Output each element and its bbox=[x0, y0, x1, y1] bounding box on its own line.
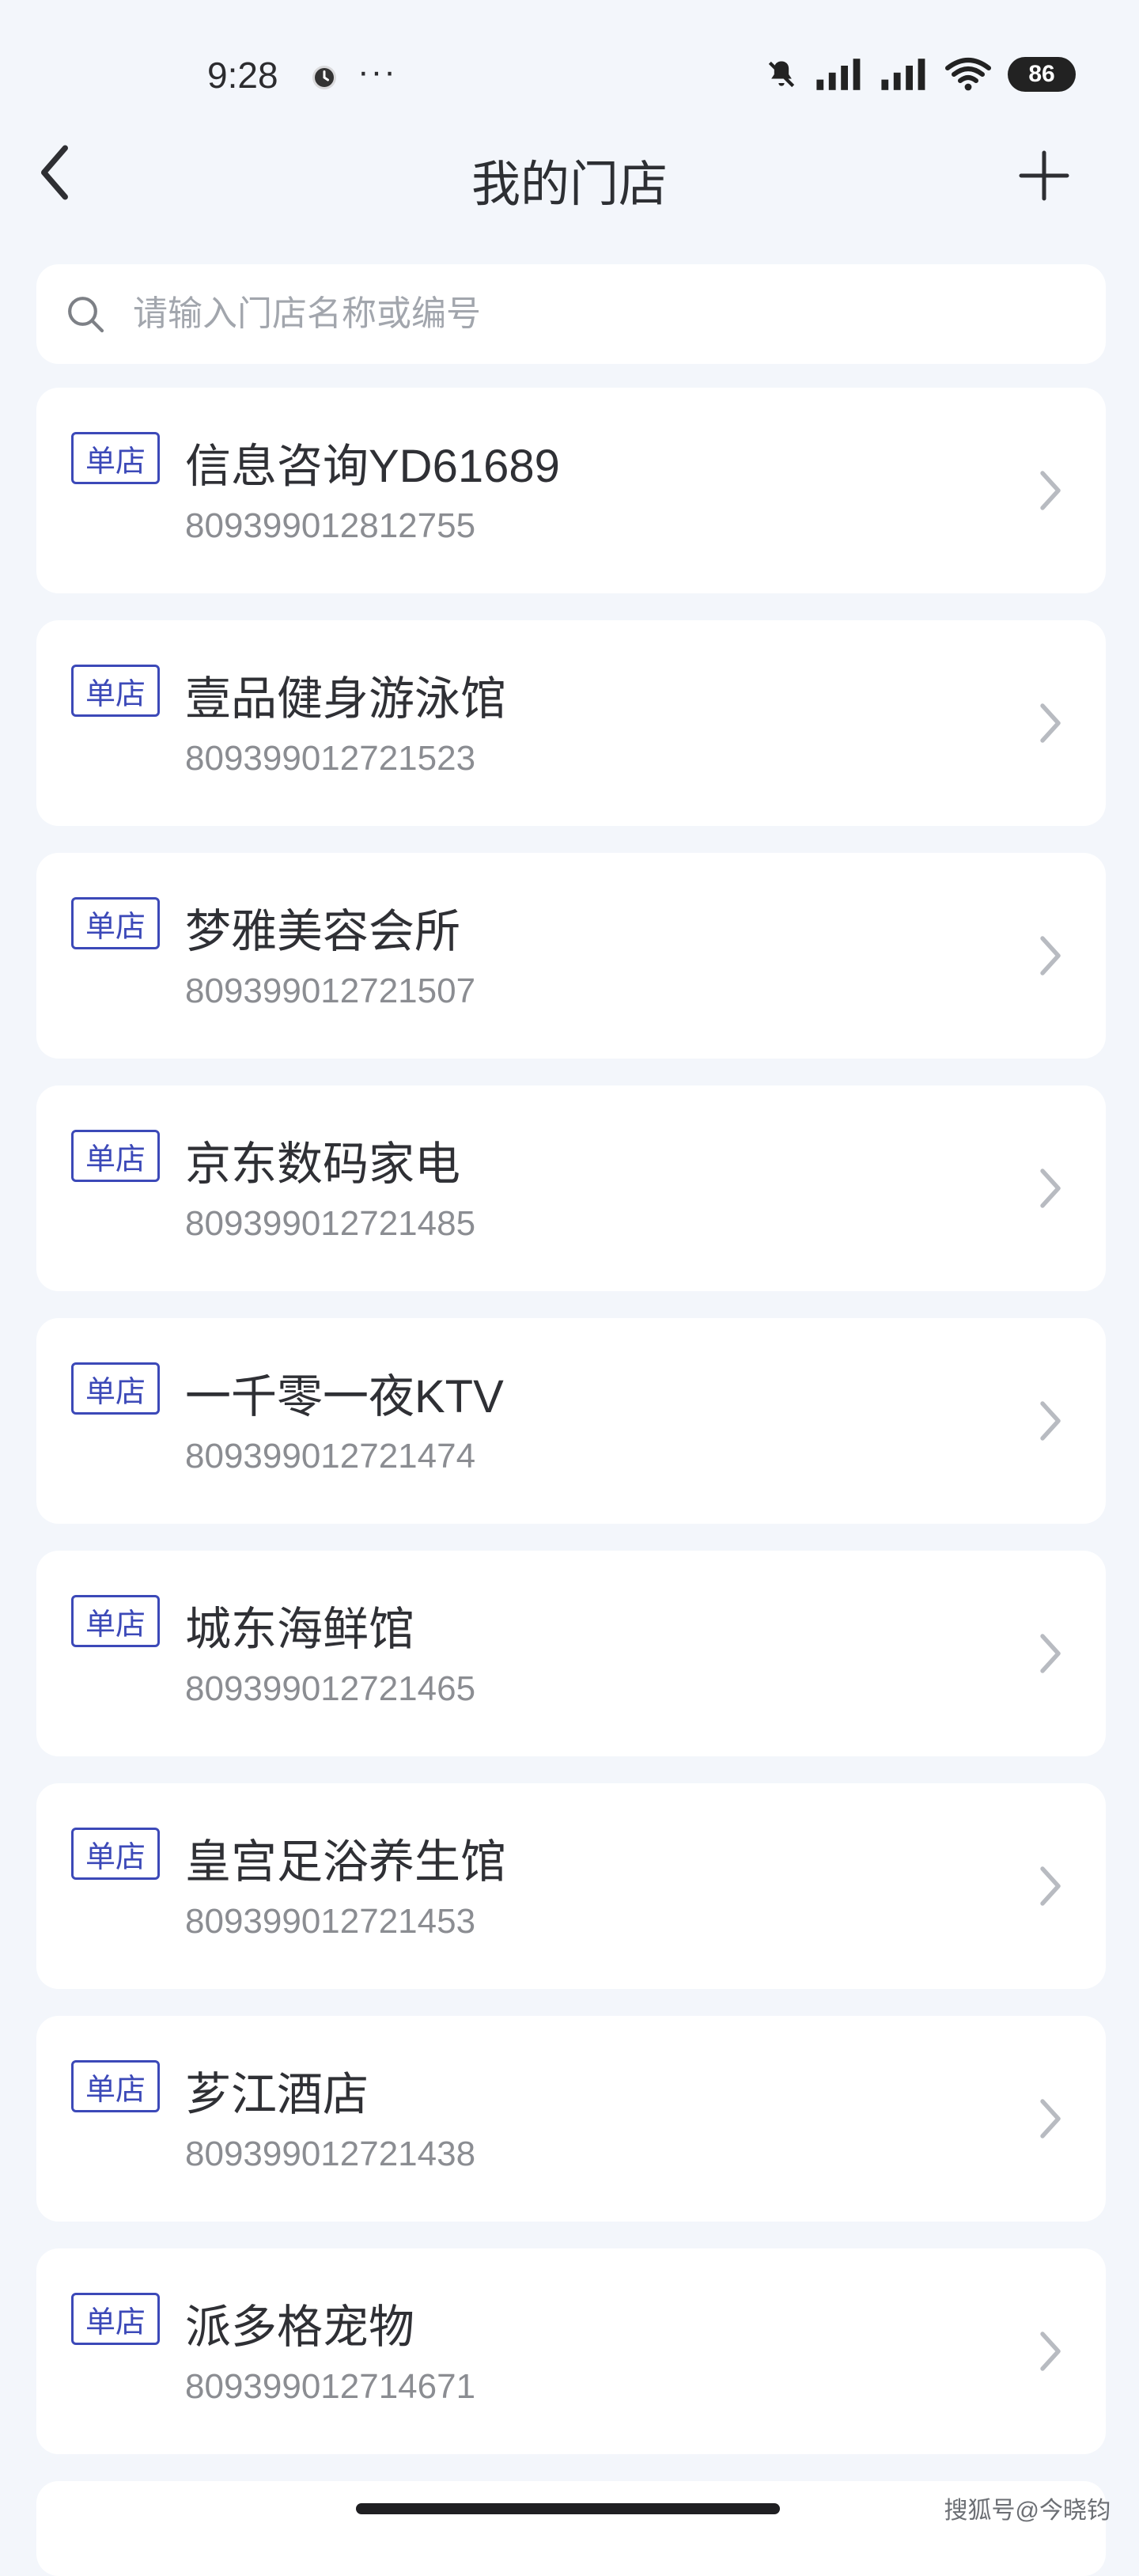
store-type-tag: 单店 bbox=[71, 432, 160, 484]
clock-icon bbox=[312, 66, 336, 89]
store-card[interactable]: 单店 梦雅美容会所 809399012721507 bbox=[36, 853, 1106, 1059]
chevron-right-icon bbox=[1040, 1169, 1061, 1208]
wifi-icon bbox=[945, 58, 991, 91]
chevron-right-icon bbox=[1040, 1866, 1061, 1906]
status-time: 9:28 bbox=[207, 55, 278, 96]
store-name: 芗江酒店 bbox=[185, 2069, 369, 2120]
store-name: 壹品健身游泳馆 bbox=[185, 673, 507, 725]
signal-icon bbox=[816, 59, 861, 90]
chevron-right-icon bbox=[1040, 936, 1061, 975]
chevron-right-icon bbox=[1040, 1634, 1061, 1673]
store-name: 一千零一夜KTV bbox=[185, 1371, 504, 1422]
navigation-bar: 我的门店 bbox=[0, 133, 1139, 220]
store-name: 京东数码家电 bbox=[185, 1138, 461, 1190]
store-type-tag: 单店 bbox=[71, 897, 160, 949]
store-list: 单店 信息咨询YD61689 809399012812755 单店 壹品健身游泳… bbox=[36, 388, 1106, 2576]
store-type-tag: 单店 bbox=[71, 2060, 160, 2112]
chevron-right-icon bbox=[1040, 471, 1061, 510]
store-name: 梦雅美容会所 bbox=[185, 906, 461, 957]
status-right: 86 bbox=[764, 57, 1076, 92]
watermark-text: 搜狐号@今晓钧 bbox=[944, 2498, 1111, 2524]
store-type-tag: 单店 bbox=[71, 2293, 160, 2345]
store-card[interactable]: 单店 信息咨询YD61689 809399012812755 bbox=[36, 388, 1106, 593]
store-type-tag: 单店 bbox=[71, 665, 160, 717]
home-indicator bbox=[356, 2503, 780, 2514]
store-code: 809399012721474 bbox=[185, 1437, 476, 1476]
store-card[interactable]: 单店 皇宫足浴养生馆 809399012721453 bbox=[36, 1783, 1106, 1989]
store-card[interactable]: 单店 派多格宠物 809399012714671 bbox=[36, 2248, 1106, 2454]
store-name: 皇宫足浴养生馆 bbox=[185, 1836, 507, 1888]
store-code: 809399012721507 bbox=[185, 972, 476, 1010]
store-card[interactable]: 单店 芗江酒店 809399012721438 bbox=[36, 2016, 1106, 2222]
store-type-tag: 单店 bbox=[71, 1828, 160, 1880]
store-code: 809399012721438 bbox=[185, 2135, 476, 2173]
store-card[interactable]: 单店 城东海鲜馆 809399012721465 bbox=[36, 1551, 1106, 1756]
chevron-right-icon bbox=[1040, 2332, 1061, 2371]
signal-icon bbox=[881, 59, 925, 90]
store-name: 派多格宠物 bbox=[185, 2301, 415, 2353]
mute-icon bbox=[768, 61, 795, 88]
battery-badge: 86 bbox=[1008, 57, 1076, 92]
add-store-button[interactable] bbox=[1012, 144, 1076, 207]
search-input[interactable] bbox=[131, 294, 1084, 335]
store-type-tag: 单店 bbox=[71, 1362, 160, 1415]
store-name: 城东海鲜馆 bbox=[185, 1604, 415, 1655]
store-name: 信息咨询YD61689 bbox=[185, 441, 560, 492]
store-code: 809399012812755 bbox=[185, 506, 476, 545]
search-box[interactable] bbox=[36, 264, 1106, 364]
plus-icon bbox=[1019, 150, 1069, 201]
store-type-tag: 单店 bbox=[71, 1595, 160, 1647]
chevron-right-icon bbox=[1040, 2099, 1061, 2138]
store-code: 809399012721453 bbox=[185, 1902, 476, 1941]
store-card[interactable]: 单店 壹品健身游泳馆 809399012721523 bbox=[36, 620, 1106, 826]
store-card[interactable]: 单店 京东数码家电 809399012721485 bbox=[36, 1085, 1106, 1291]
chevron-right-icon bbox=[1040, 703, 1061, 743]
store-type-tag: 单店 bbox=[71, 1130, 160, 1182]
status-dots: ··· bbox=[358, 52, 397, 91]
store-code: 809399012721485 bbox=[185, 1204, 476, 1243]
store-code: 809399012714671 bbox=[185, 2367, 476, 2406]
chevron-right-icon bbox=[1040, 1401, 1061, 1441]
store-code: 809399012721465 bbox=[185, 1669, 476, 1708]
page-title: 我的门店 bbox=[471, 157, 668, 212]
store-card[interactable]: 单店 一千零一夜KTV 809399012721474 bbox=[36, 1318, 1106, 1524]
search-icon bbox=[68, 297, 104, 333]
store-code: 809399012721523 bbox=[185, 739, 476, 778]
